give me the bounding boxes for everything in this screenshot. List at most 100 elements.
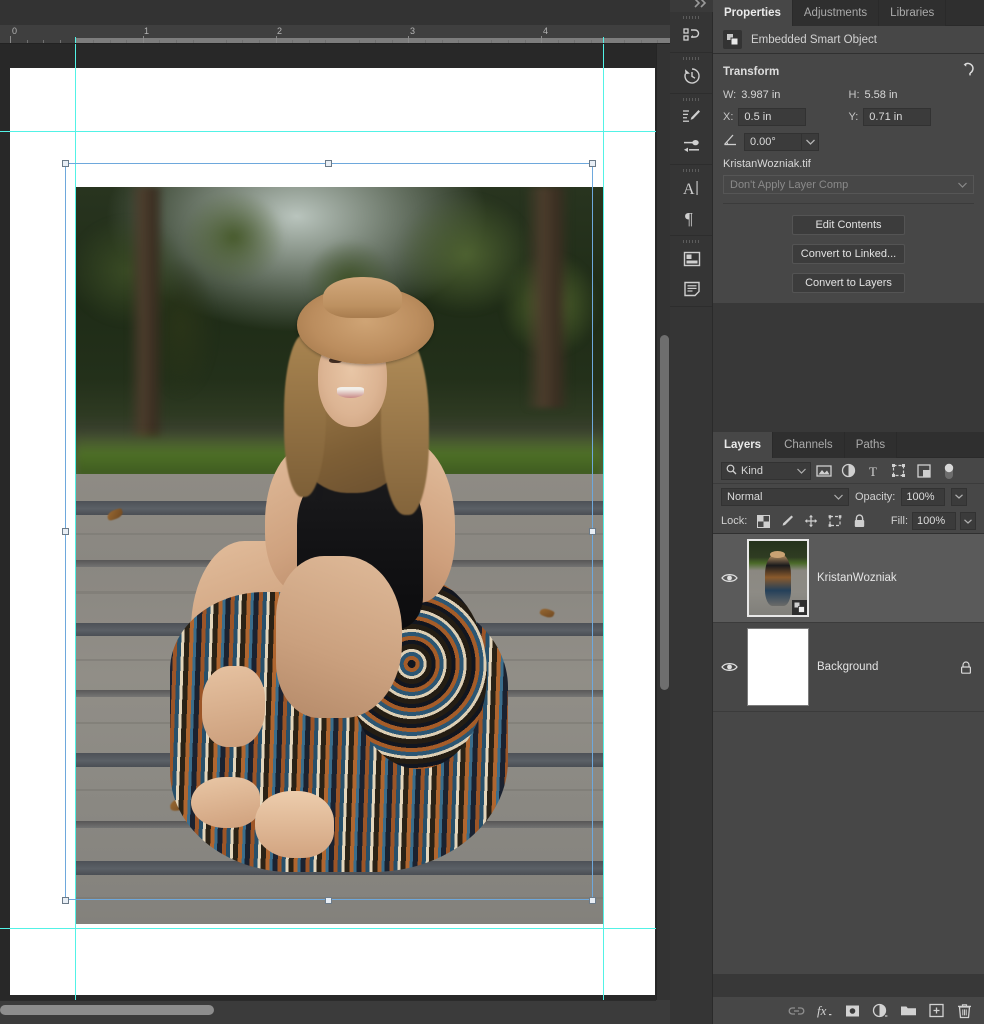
layer-comps-icon[interactable] — [670, 244, 713, 274]
adjustment-layer-filter-icon[interactable] — [836, 460, 861, 482]
pixel-layer-filter-icon[interactable] — [811, 460, 836, 482]
type-layer-filter-icon[interactable]: T — [861, 460, 886, 482]
guide-vertical-left[interactable] — [75, 44, 76, 1000]
guide-horizontal-top[interactable] — [0, 131, 656, 132]
guide-marker-right — [603, 37, 604, 43]
layer-name[interactable]: Background — [811, 661, 956, 673]
brushes-icon[interactable] — [670, 132, 713, 162]
width-value: 3.987 in — [741, 89, 781, 101]
layer-style-fx-icon[interactable]: fx — [810, 997, 838, 1024]
edit-contents-button[interactable]: Edit Contents — [792, 215, 905, 235]
guide-horizontal-bottom[interactable] — [0, 928, 656, 929]
reset-arrow-icon[interactable] — [957, 62, 974, 82]
layers-panel: Layers Channels Paths Kind T Normal Opac… — [713, 432, 984, 1024]
add-layer-mask-icon[interactable] — [838, 997, 866, 1024]
chevron-collapse-icon[interactable] — [691, 0, 711, 10]
horizontal-scrollbar[interactable] — [0, 1000, 656, 1024]
ruler-label: 0 — [12, 26, 18, 36]
angle-dropdown-chevron-down-icon[interactable] — [802, 133, 819, 151]
placed-photo[interactable] — [75, 187, 603, 924]
tab-libraries[interactable]: Libraries — [879, 0, 947, 26]
smart-object-filename: KristanWozniak.tif — [723, 158, 811, 170]
lock-all-icon[interactable] — [849, 511, 869, 531]
delete-layer-icon[interactable] — [950, 997, 978, 1024]
layer-comp-select[interactable]: Don't Apply Layer Comp — [723, 175, 974, 194]
transform-handle-top-right[interactable] — [589, 160, 596, 167]
fill-chevron-down-icon[interactable] — [960, 512, 976, 530]
history-icon[interactable] — [670, 61, 713, 91]
actions-icon[interactable] — [670, 20, 713, 50]
panel-icon-rail: A ¶ — [670, 0, 713, 1024]
new-layer-icon[interactable] — [922, 997, 950, 1024]
tabbar-spacer — [897, 432, 984, 457]
lock-position-icon[interactable] — [801, 511, 821, 531]
paragraph-icon[interactable]: ¶ — [670, 203, 713, 233]
canvas-viewport[interactable] — [0, 44, 656, 1000]
link-layers-icon[interactable] — [782, 997, 810, 1024]
new-adjustment-layer-icon[interactable] — [866, 997, 894, 1024]
brush-settings-icon[interactable] — [670, 102, 713, 132]
character-icon[interactable]: A — [670, 173, 713, 203]
chevron-down-icon — [834, 491, 843, 503]
tab-paths[interactable]: Paths — [844, 432, 898, 458]
layer-thumbnail-cell[interactable] — [745, 628, 811, 706]
chevron-down-icon — [797, 465, 806, 477]
transform-handle-bottom-right[interactable] — [589, 897, 596, 904]
shape-layer-filter-icon[interactable] — [886, 460, 911, 482]
angle-icon — [723, 133, 738, 151]
angle-input[interactable]: 0.00° — [744, 133, 802, 151]
convert-to-layers-button[interactable]: Convert to Layers — [792, 273, 905, 293]
tab-channels[interactable]: Channels — [773, 432, 845, 458]
lock-image-pixels-icon[interactable] — [777, 511, 797, 531]
properties-title: Embedded Smart Object — [751, 33, 877, 46]
table-row[interactable]: KristanWozniak — [713, 534, 984, 623]
tab-adjustments[interactable]: Adjustments — [792, 0, 880, 26]
blend-mode-select[interactable]: Normal — [721, 487, 849, 506]
tab-layers[interactable]: Layers — [713, 432, 774, 458]
y-input[interactable]: 0.71 in — [863, 108, 932, 126]
layer-name[interactable]: KristanWozniak — [811, 572, 956, 584]
horizontal-scrollbar-thumb[interactable] — [0, 1005, 214, 1015]
transform-handle-top-left[interactable] — [62, 160, 69, 167]
smart-object-filter-icon[interactable] — [911, 460, 936, 482]
transform-handle-top-center[interactable] — [325, 160, 332, 167]
layer-visibility-toggle[interactable] — [713, 661, 745, 673]
properties-filler — [713, 303, 984, 395]
tab-properties[interactable]: Properties — [713, 0, 793, 26]
filter-toggle-switch-icon[interactable] — [936, 460, 961, 482]
transform-angle-row: 0.00° — [723, 133, 974, 151]
photo-subject — [75, 187, 603, 924]
convert-to-linked-button[interactable]: Convert to Linked... — [792, 244, 905, 264]
guide-vertical-right[interactable] — [603, 44, 604, 1000]
horizontal-ruler[interactable]: 0 1 2 3 4 — [0, 25, 670, 44]
transform-handle-bottom-center[interactable] — [325, 897, 332, 904]
layer-thumbnail-cell[interactable] — [745, 539, 811, 617]
background-lock-icon — [956, 660, 976, 674]
guide-marker-left — [75, 37, 76, 43]
transform-handle-bottom-left[interactable] — [62, 897, 69, 904]
opacity-chevron-down-icon[interactable] — [951, 487, 968, 506]
width-label: W: — [723, 89, 737, 101]
transform-handle-middle-left[interactable] — [62, 528, 69, 535]
lock-transparent-pixels-icon[interactable] — [753, 511, 773, 531]
fill-input[interactable]: 100% — [912, 512, 956, 530]
transform-wh-row: W: 3.987 in H: 5.58 in — [723, 89, 974, 101]
photoshop-window: 0 1 2 3 4 A ¶ Properties Adjustments Lib… — [0, 0, 984, 1024]
eye-icon — [720, 574, 738, 582]
vertical-scrollbar[interactable] — [656, 44, 670, 1000]
opacity-label: Opacity: — [855, 490, 896, 503]
opacity-input[interactable]: 100% — [901, 487, 946, 506]
layer-visibility-toggle[interactable] — [713, 572, 745, 584]
ruler-label: 3 — [410, 26, 416, 36]
lock-artboard-nesting-icon[interactable] — [825, 511, 845, 531]
new-group-icon[interactable] — [894, 997, 922, 1024]
notes-icon[interactable] — [670, 274, 713, 304]
rail-group-brushes — [670, 94, 712, 165]
layer-filter-kind-select[interactable]: Kind — [721, 461, 811, 480]
x-input[interactable]: 0.5 in — [738, 108, 807, 126]
transform-handle-middle-right[interactable] — [589, 528, 596, 535]
layers-tabbar: Layers Channels Paths — [713, 432, 984, 458]
vertical-scrollbar-thumb[interactable] — [660, 335, 669, 690]
layer-list-empty-area — [713, 712, 984, 974]
table-row[interactable]: Background — [713, 623, 984, 712]
